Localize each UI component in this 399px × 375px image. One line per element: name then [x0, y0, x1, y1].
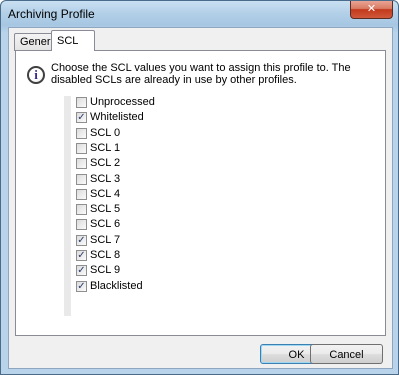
checkbox-checked[interactable]: ✓	[76, 234, 87, 246]
tab-scl[interactable]: SCL	[51, 30, 95, 51]
checkbox-unchecked[interactable]	[76, 219, 87, 231]
archiving-profile-dialog: Archiving Profile ✕ General SCL i Choose…	[0, 0, 399, 375]
checkbox-unchecked[interactable]	[76, 204, 87, 216]
scl-checkbox-label: SCL 1	[90, 141, 121, 154]
tab-general[interactable]: General	[14, 33, 59, 51]
checkbox-unchecked[interactable]	[76, 173, 87, 185]
scl-checkbox-label: SCL 2	[90, 157, 121, 170]
scl-checkbox-label: SCL 4	[90, 187, 121, 200]
info-icon: i	[27, 66, 45, 84]
close-icon: ✕	[366, 3, 377, 15]
checkbox-checked[interactable]: ✓	[76, 265, 87, 277]
checkbox-unchecked[interactable]	[76, 97, 87, 108]
scl-checkbox-label: SCL 0	[90, 126, 121, 139]
checkbox-unchecked[interactable]	[76, 142, 87, 154]
scl-checkbox-label: SCL 5	[90, 203, 121, 216]
cancel-button[interactable]: Cancel	[310, 344, 383, 364]
checkbox-checked[interactable]: ✓	[76, 250, 87, 261]
checkbox-unchecked[interactable]	[76, 188, 87, 200]
scl-checkbox-label: SCL 8	[90, 249, 121, 261]
checkbox-checked[interactable]: ✓	[76, 280, 87, 292]
close-button[interactable]: ✕	[350, 1, 393, 19]
scl-checkbox-label: Blacklisted	[90, 279, 143, 292]
scl-checkbox-label: SCL 7	[90, 233, 121, 246]
scl-tab-panel: i Choose the SCL values you want to assi…	[15, 50, 386, 336]
scl-checkbox-label: SCL 3	[90, 172, 121, 185]
checkbox-checked[interactable]: ✓	[76, 112, 87, 124]
scl-checkbox-label: SCL 9	[90, 264, 121, 277]
scl-checkbox-label: Whitelisted	[90, 111, 144, 124]
checkbox-unchecked[interactable]	[76, 127, 87, 139]
info-icon-glyph: i	[34, 67, 38, 82]
dialog-client-area: General SCL i Choose the SCL values you …	[8, 27, 393, 369]
scl-checkbox-label: SCL 6	[90, 218, 121, 231]
list-indent-strip	[64, 96, 71, 316]
info-text: Choose the SCL values you want to assign…	[51, 62, 351, 86]
checkbox-unchecked[interactable]	[76, 158, 87, 170]
title-bar[interactable]: Archiving Profile ✕	[1, 1, 398, 27]
tab-scl-label: SCL	[57, 35, 79, 47]
window-title: Archiving Profile	[8, 7, 95, 21]
scl-checkbox-label: Unprocessed	[90, 96, 155, 108]
